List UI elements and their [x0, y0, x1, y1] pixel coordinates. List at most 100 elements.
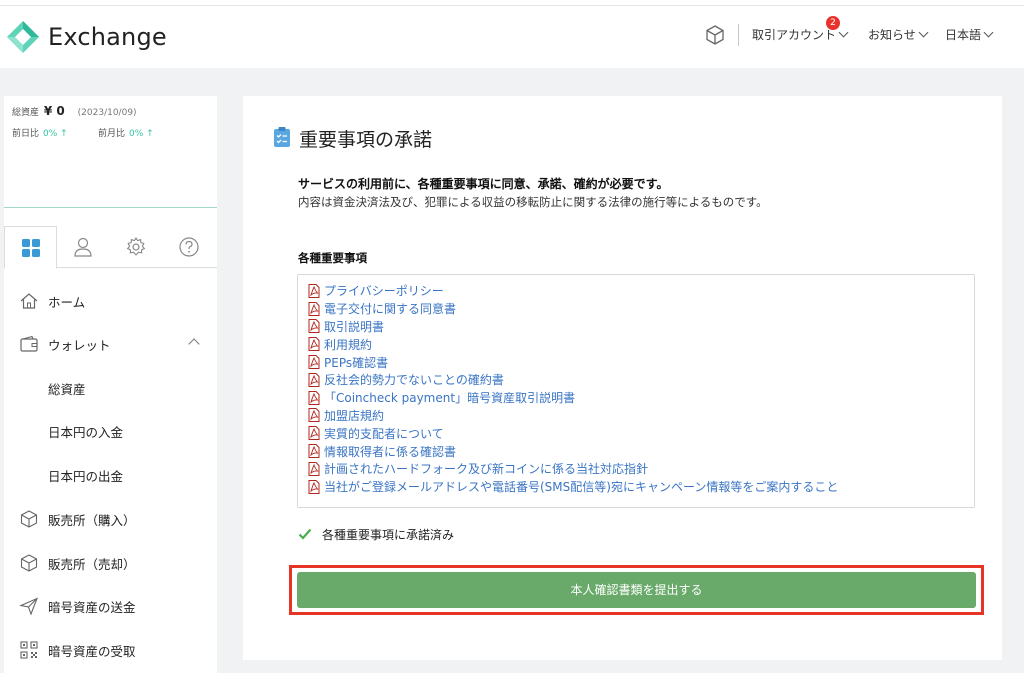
pdf-icon: [308, 301, 320, 316]
document-link-peps[interactable]: PEPs確認書: [308, 353, 974, 371]
news-menu-label: お知らせ: [868, 28, 916, 42]
submit-highlight-frame: 本人確認書類を提出する: [289, 565, 984, 615]
sidebar-item-label: ホーム: [48, 295, 86, 310]
document-link-electronic-delivery[interactable]: 電子交付に関する同意書: [308, 300, 974, 318]
pdf-icon: [308, 426, 320, 441]
checkmark-icon: [298, 528, 312, 540]
pdf-icon: [308, 337, 320, 352]
pdf-icon: [308, 355, 320, 370]
tab-account[interactable]: [57, 226, 110, 268]
tab-settings[interactable]: [110, 226, 163, 268]
document-link-trading-explanation[interactable]: 取引説明書: [308, 318, 974, 336]
clipboard-icon: [274, 127, 290, 147]
pdf-icon: [308, 283, 320, 298]
brand-name[interactable]: Exchange: [48, 23, 167, 51]
page-title: 重要事項の承諾: [299, 129, 433, 151]
account-menu-label: 取引アカウント: [752, 28, 837, 42]
chevron-up-icon[interactable]: [188, 338, 200, 350]
cube-icon[interactable]: [704, 24, 726, 46]
notification-badge: 2: [826, 16, 840, 30]
gear-icon: [126, 236, 146, 256]
box-icon: [20, 554, 38, 572]
sidebar-item-jpy-deposit[interactable]: 日本円の入金: [4, 409, 217, 452]
document-link-campaign-notice[interactable]: 当社がご登録メールアドレスや電話番号(SMS配信等)宛にキャンペーン情報等をご案…: [308, 478, 974, 496]
document-link-info-acquirer[interactable]: 情報取得者に係る確認書: [308, 442, 974, 460]
tab-menu[interactable]: [4, 226, 57, 269]
help-icon: [179, 237, 199, 257]
day-diff-value: 0% ↑: [43, 129, 68, 139]
document-link-antisocial-pledge[interactable]: 反社会的勢力でないことの確約書: [308, 371, 974, 389]
home-icon: [20, 293, 38, 309]
day-diff-label: 前日比: [12, 129, 40, 139]
sidebar-item-label: 暗号資産の受取: [48, 644, 136, 659]
box-icon: [20, 510, 38, 528]
tab-help[interactable]: [163, 226, 216, 268]
sidebar-item-label: 総資産: [48, 382, 86, 397]
document-link-terms-of-use[interactable]: 利用規約: [308, 335, 974, 353]
divider: [4, 207, 217, 208]
news-menu[interactable]: お知らせ: [868, 26, 929, 43]
pdf-icon: [308, 444, 320, 459]
document-link-beneficial-owner[interactable]: 実質的支配者について: [308, 424, 974, 442]
sidebar-item-label: 日本円の出金: [48, 469, 124, 484]
sidebar-item-label: 販売所（購入）: [48, 513, 136, 528]
agreement-status-text: 各種重要事項に承諾済み: [322, 528, 455, 542]
pdf-icon: [308, 372, 320, 387]
chevron-down-icon: [918, 27, 929, 38]
pdf-icon: [308, 461, 320, 476]
language-menu[interactable]: 日本語: [945, 26, 994, 43]
app-header: Exchange 取引アカウント 2 お知らせ 日本語: [0, 6, 1024, 68]
document-link-label: 取引説明書: [324, 319, 385, 334]
sidebar-item-total-assets[interactable]: 総資産: [4, 366, 217, 409]
exchange-logo-icon[interactable]: [6, 20, 40, 54]
user-icon: [74, 237, 92, 257]
document-link-label: プライバシーポリシー: [324, 284, 444, 299]
document-link-label: 電子交付に関する同意書: [324, 302, 457, 317]
month-diff-label: 前月比: [98, 129, 126, 139]
month-diff-value: 0% ↑: [129, 129, 154, 139]
document-link-hardfork-policy[interactable]: 計画されたハードフォーク及び新コインに係る当社対応指針: [308, 460, 974, 478]
chevron-down-icon: [838, 27, 849, 38]
document-link-label: 加盟店規約: [324, 408, 385, 423]
sidebar-item-receive-crypto[interactable]: 暗号資産の受取: [4, 628, 217, 671]
sidebar-item-wallet[interactable]: ウォレット: [4, 322, 217, 365]
pdf-icon: [308, 479, 320, 494]
sidebar-item-label: 日本円の入金: [48, 425, 124, 440]
pdf-icon: [308, 408, 320, 423]
document-link-label: 情報取得者に係る確認書: [324, 444, 457, 459]
language-menu-label: 日本語: [945, 28, 982, 42]
sidebar-item-jpy-withdraw[interactable]: 日本円の出金: [4, 453, 217, 496]
sidebar-item-buy[interactable]: 販売所（購入）: [4, 497, 217, 540]
document-link-label: 当社がご登録メールアドレスや電話番号(SMS配信等)宛にキャンペーン情報等をご案…: [324, 480, 839, 495]
month-diff: 前月比 0% ↑: [98, 126, 154, 139]
document-link-merchant-terms[interactable]: 加盟店規約: [308, 407, 974, 425]
document-link-label: 反社会的勢力でないことの確約書: [324, 373, 504, 388]
document-link-coincheck-payment[interactable]: 「Coincheck payment」暗号資産取引説明書: [308, 389, 974, 407]
document-link-label: 「Coincheck payment」暗号資産取引説明書: [324, 391, 576, 406]
total-assets-label: 総資産: [12, 108, 40, 118]
sidebar: 総資産 ¥ 0 (2023/10/09) 前日比 0% ↑ 前月比 0% ↑ ホ…: [4, 96, 217, 673]
sidebar-item-label: 暗号資産の送金: [48, 600, 136, 615]
sidebar-item-label: ウォレット: [48, 338, 111, 353]
sidebar-tabs: [4, 226, 217, 269]
sidebar-item-sell[interactable]: 販売所（売却）: [4, 541, 217, 584]
document-link-privacy-policy[interactable]: プライバシーポリシー: [308, 282, 974, 300]
submit-id-documents-button[interactable]: 本人確認書類を提出する: [297, 572, 976, 608]
day-diff: 前日比 0% ↑: [12, 126, 68, 139]
intro-heading: サービスの利用前に、各種重要事項に同意、承諾、確約が必要です。: [298, 177, 669, 191]
total-assets-date: (2023/10/09): [77, 108, 137, 118]
qr-icon: [20, 641, 38, 659]
pdf-icon: [308, 319, 320, 334]
document-list: プライバシーポリシー 電子交付に関する同意書 取引説明書 利用規約 PEPs確認…: [297, 274, 975, 508]
total-assets: 総資産 ¥ 0 (2023/10/09): [12, 104, 137, 118]
intro-text: 内容は資金決済法及び、犯罪による収益の移転防止に関する法律の施行等によるものです…: [298, 195, 768, 209]
document-link-label: 計画されたハードフォーク及び新コインに係る当社対応指針: [324, 462, 649, 477]
sidebar-item-label: 販売所（売却）: [48, 557, 136, 572]
total-assets-amount: ¥ 0: [43, 104, 65, 118]
sidebar-item-send-crypto[interactable]: 暗号資産の送金: [4, 584, 217, 627]
chevron-down-icon: [983, 27, 994, 38]
main-panel: 重要事項の承諾 サービスの利用前に、各種重要事項に同意、承諾、確約が必要です。 …: [243, 96, 1002, 660]
send-icon: [19, 597, 38, 616]
section-heading: 各種重要事項: [298, 251, 367, 265]
sidebar-item-home[interactable]: ホーム: [4, 279, 217, 322]
